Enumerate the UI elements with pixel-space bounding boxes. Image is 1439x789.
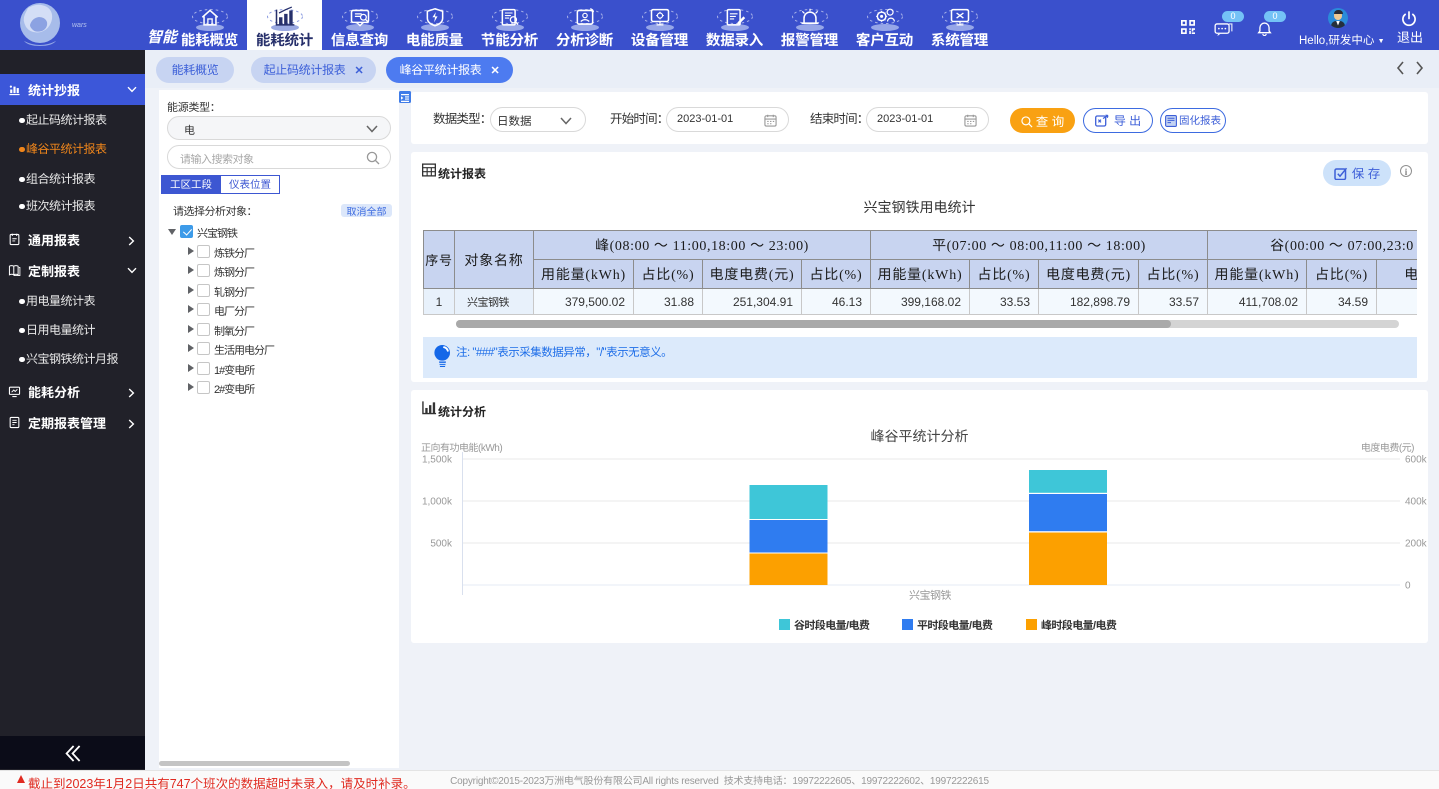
- svg-text:200k: 200k: [1405, 539, 1428, 550]
- svg-text:1,000k: 1,000k: [422, 497, 453, 508]
- svg-text:500k: 500k: [430, 539, 453, 550]
- svg-text:400k: 400k: [1405, 497, 1428, 508]
- svg-text:600k: 600k: [1405, 455, 1428, 466]
- svg-text:电度电费(元): 电度电费(元): [1361, 439, 1414, 454]
- svg-text:1,500k: 1,500k: [422, 455, 453, 466]
- svg-text:正向有功电能(kWh): 正向有功电能(kWh): [421, 439, 502, 454]
- svg-text:平时段电量/电费: 平时段电量/电费: [917, 617, 993, 633]
- svg-text:0: 0: [1405, 581, 1411, 592]
- svg-text:wars: wars: [72, 22, 87, 29]
- svg-text:峰时段电量/电费: 峰时段电量/电费: [1041, 617, 1117, 633]
- svg-text:谷时段电量/电费: 谷时段电量/电费: [794, 617, 870, 633]
- svg-text:兴宝钢铁: 兴宝钢铁: [909, 587, 951, 603]
